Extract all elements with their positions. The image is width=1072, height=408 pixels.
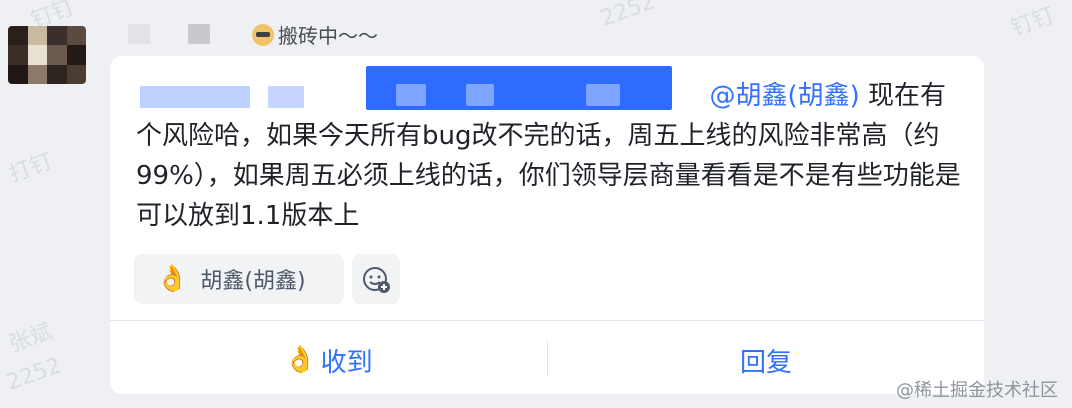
divider	[110, 320, 984, 321]
worker-emoji-icon	[252, 23, 274, 46]
watermark: 打钉	[5, 149, 56, 188]
reaction-users: 胡鑫(胡鑫)	[200, 269, 306, 294]
add-reaction-button[interactable]	[352, 254, 400, 304]
sender-status: 搬砖中～～	[252, 20, 378, 49]
watermark: 张斌	[5, 319, 56, 358]
watermark: 钉钉	[1007, 3, 1058, 42]
watermark: 2252	[597, 0, 659, 32]
receive-label: 收到	[320, 347, 373, 378]
status-text: 搬砖中～～	[278, 24, 378, 48]
sender-name-redacted	[128, 24, 150, 44]
mention-link[interactable]: @胡鑫(胡鑫)	[709, 81, 859, 111]
reaction-chip[interactable]: 👌 胡鑫(胡鑫)	[134, 254, 344, 304]
reply-label: 回复	[739, 347, 792, 378]
add-emoji-icon	[363, 267, 390, 293]
sender-name-redacted	[188, 24, 210, 44]
watermark: 2252	[3, 353, 65, 396]
message-body: 个风险哈，如果今天所有bug改不完的话，周五上线的风险非常高（约99%），如果周…	[136, 121, 961, 231]
ok-hand-emoji-icon: 👌	[284, 345, 317, 375]
source-watermark: @稀土掘金技术社区	[896, 380, 1058, 401]
avatar[interactable]	[8, 26, 86, 84]
ok-hand-emoji-icon: 👌	[156, 264, 189, 294]
receive-button[interactable]: 👌 收到	[110, 332, 547, 388]
message-text: @胡鑫(胡鑫) 现在有 个风险哈，如果今天所有bug改不完的话，周五上线的风险非…	[136, 81, 961, 231]
